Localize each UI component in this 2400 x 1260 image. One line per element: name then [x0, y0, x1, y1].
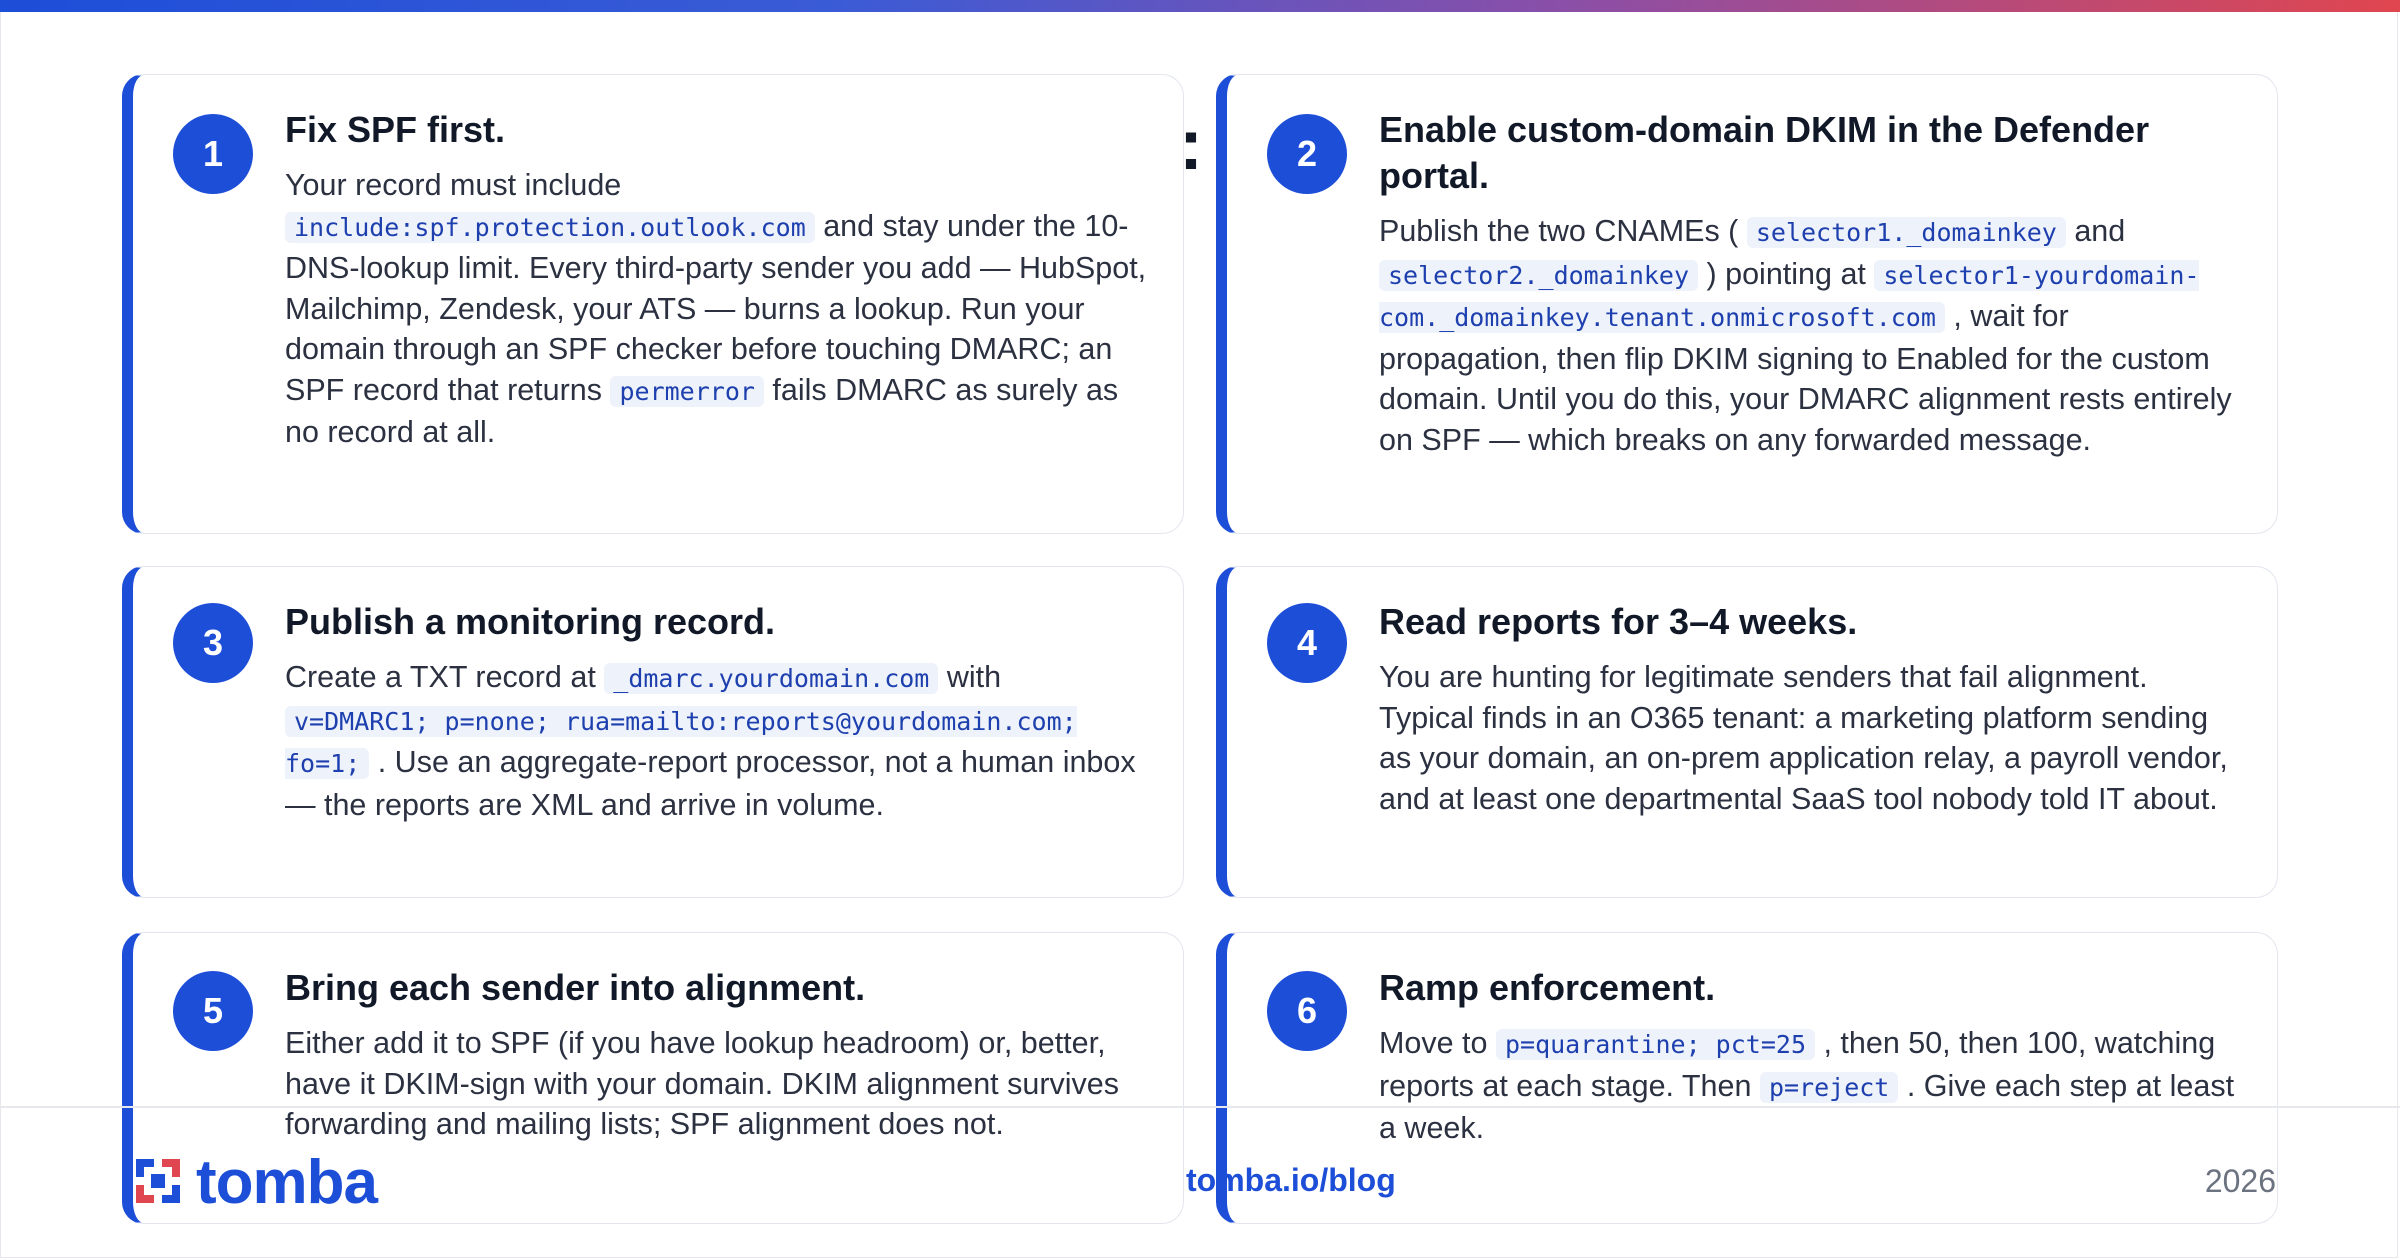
inline-code: p=reject	[1759, 1071, 1899, 1103]
body-text: You are hunting for legitimate senders t…	[1379, 660, 2228, 816]
inline-code: _dmarc.yourdomain.com	[604, 663, 939, 694]
step-title: Enable custom-domain DKIM in the Defende…	[1379, 109, 2150, 196]
step-body: Either add it to SPF (if you have lookup…	[285, 1023, 1147, 1145]
step-card-2: 2 Enable custom-domain DKIM in the Defen…	[1216, 74, 2278, 534]
step-number-badge: 4	[1267, 603, 1347, 683]
inline-code: p=quarantine; pct=25	[1495, 1029, 1815, 1060]
inline-code: include:spf.protection.outlook.com	[285, 211, 815, 243]
inline-code: selector1._domainkey	[1746, 217, 2066, 248]
top-gradient-bar	[0, 0, 2400, 12]
body-text: ) pointing at	[1698, 256, 1875, 291]
step-number-badge: 5	[173, 971, 253, 1051]
tomba-logo[interactable]: tomba	[132, 1148, 378, 1217]
step-number-badge: 3	[173, 603, 253, 683]
body-text: and	[2065, 214, 2126, 248]
step-title: Publish a monitoring record.	[285, 601, 776, 642]
body-text: Create a TXT record at	[285, 660, 605, 694]
step-title: Bring each sender into alignment.	[285, 967, 866, 1008]
body-text: Your record must include	[285, 168, 622, 202]
step-number-badge: 6	[1267, 971, 1347, 1051]
tomba-logo-text: tomba	[196, 1148, 378, 1217]
body-text: Either add it to SPF (if you have lookup…	[285, 1026, 1119, 1141]
step-body: Your record must include include:spf.pro…	[285, 165, 1147, 453]
body-text: Move to	[1379, 1026, 1496, 1060]
step-body: Move to p=quarantine; pct=25 , then 50, …	[1379, 1023, 2241, 1149]
step-number-badge: 1	[173, 114, 253, 194]
step-body: You are hunting for legitimate senders t…	[1379, 657, 2241, 819]
step-title: Read reports for 3–4 weeks.	[1379, 601, 1858, 642]
body-text: Publish the two CNAMEs (	[1379, 214, 1747, 248]
inline-code: permerror	[610, 375, 764, 407]
step-body: Publish the two CNAMEs ( selector1._doma…	[1379, 211, 2241, 460]
step-card-1: 1 Fix SPF first. Your record must includ…	[122, 74, 1184, 534]
step-number-badge: 2	[1267, 114, 1347, 194]
step-title: Ramp enforcement.	[1379, 967, 1716, 1008]
footer-year: 2026	[2204, 1163, 2276, 1199]
body-text: . Use an aggregate-report processor, not…	[285, 745, 1136, 822]
step-card-3: 3 Publish a monitoring record. Create a …	[122, 566, 1184, 898]
blog-link[interactable]: tomba.io/blog	[1186, 1162, 1396, 1199]
step-title: Fix SPF first.	[285, 109, 506, 150]
step-card-4: 4 Read reports for 3–4 weeks. You are hu…	[1216, 566, 2278, 898]
body-text: with	[938, 660, 1002, 694]
tomba-logo-icon	[132, 1155, 184, 1212]
inline-code: selector2._domainkey	[1379, 259, 1699, 291]
footer-divider	[0, 1106, 2400, 1108]
step-body: Create a TXT record at _dmarc.yourdomain…	[285, 657, 1147, 825]
